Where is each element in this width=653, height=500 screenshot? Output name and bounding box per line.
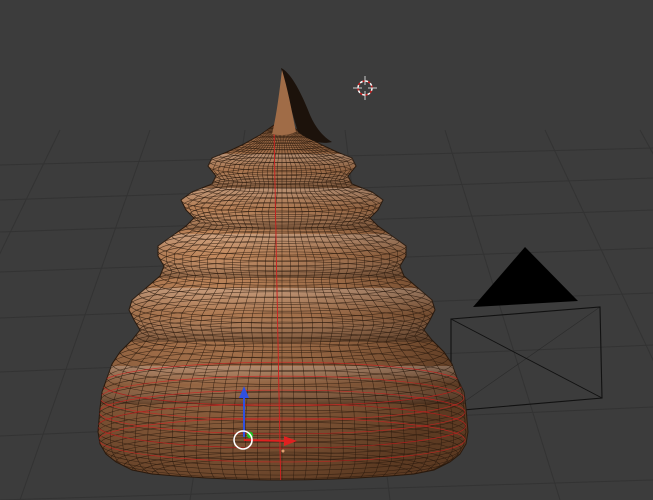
mesh-ridge-band (98, 154, 468, 188)
mesh-swirl-object[interactable] (90, 68, 480, 490)
grid-line (0, 129, 61, 255)
camera-object[interactable] (450, 247, 603, 412)
camera-frame-edge (450, 306, 601, 412)
camera-up-indicator (473, 247, 578, 307)
grid-line (639, 129, 653, 155)
object-origin-dot (281, 449, 285, 453)
mesh-ridge-band (98, 188, 468, 230)
viewport-canvas[interactable] (0, 0, 653, 500)
3d-viewport[interactable] (0, 0, 653, 500)
x-axis-handle[interactable] (243, 439, 288, 442)
3d-cursor-icon[interactable] (353, 76, 377, 100)
